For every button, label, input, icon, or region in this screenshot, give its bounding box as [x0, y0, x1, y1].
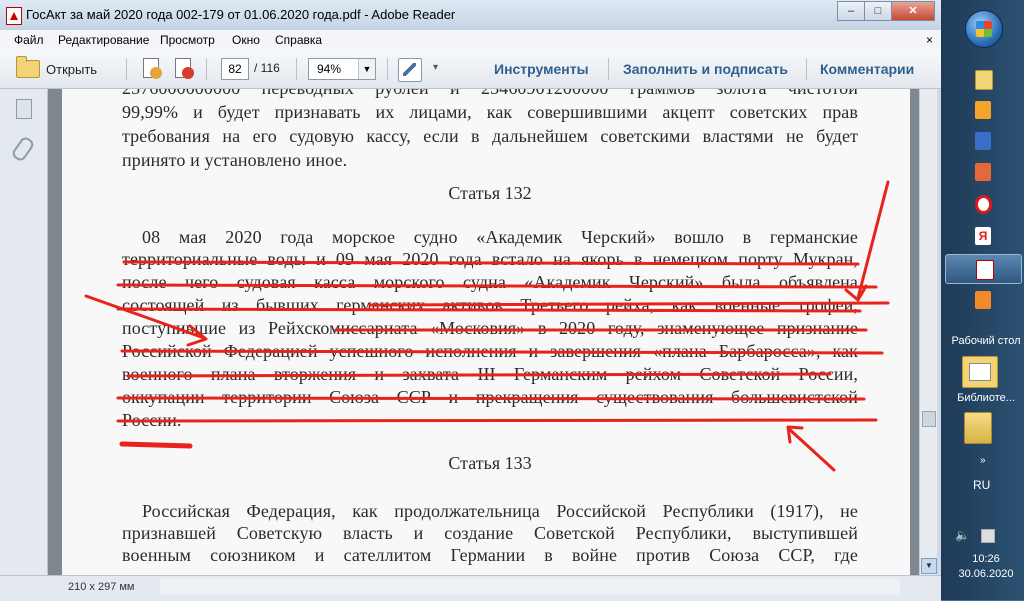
opera-icon [975, 195, 992, 214]
text-line: России. [122, 410, 182, 430]
window-controls: – □ ✕ [837, 1, 935, 21]
pdf-document-icon [6, 7, 22, 25]
fill-sign-button[interactable]: Заполнить и подписать [623, 61, 788, 77]
maximize-button[interactable]: □ [864, 1, 892, 21]
toolbar-divider [806, 58, 807, 80]
toolbar-divider [206, 58, 207, 80]
clock-time: 10:26 [972, 553, 1000, 565]
adobe-reader-window: ГосАкт за май 2020 года 002-179 от 01.06… [0, 0, 941, 601]
text-line: 99,99% и будет признавать их лицами, как… [122, 102, 858, 122]
taskbar-media[interactable] [945, 96, 1020, 124]
print-pdf-icon[interactable] [172, 58, 194, 80]
chevron-down-icon[interactable]: ▼ [358, 59, 375, 79]
toolbar: Открыть 82 / 116 94% ▼ ▾ Инструменты Зап… [0, 50, 941, 89]
taskbar-app-p[interactable] [945, 158, 1020, 186]
page-thumbnails-icon[interactable] [16, 95, 36, 119]
zoom-value: 94% [317, 62, 342, 76]
taskbar-explorer[interactable] [945, 65, 1020, 93]
open-button-label: Открыть [46, 61, 98, 77]
window-title: ГосАкт за май 2020 года 002-179 от 01.06… [26, 7, 456, 22]
windows-start-icon[interactable] [965, 10, 1003, 48]
text-line: поступившие из Рейхскомиссариата «Москов… [122, 318, 858, 338]
text-line: признавшей Советскую власть и создание С… [122, 523, 858, 543]
zoom-select[interactable]: 94% ▼ [308, 58, 376, 80]
scroll-down-icon[interactable]: ▼ [921, 558, 937, 574]
scrollbar-thumb[interactable] [922, 411, 936, 427]
horizontal-scrollbar[interactable] [160, 578, 900, 595]
clock[interactable]: 10:26 30.06.2020 [948, 552, 1024, 582]
comments-button[interactable]: Комментарии [820, 61, 914, 77]
article-132-heading: Статья 132 [448, 183, 532, 203]
settings-app-icon [975, 291, 991, 309]
user-folder-icon[interactable] [964, 412, 992, 444]
title-bar[interactable]: ГосАкт за май 2020 года 002-179 от 01.06… [0, 0, 941, 31]
navigation-pane [0, 89, 48, 575]
attachments-paperclip-icon[interactable] [10, 135, 36, 163]
text-line: состоящей из бывших германских активов Т… [122, 295, 858, 315]
taskbar-adobe-reader[interactable] [945, 254, 1022, 284]
text-line: 2376000000000 переводных рублей и 234609… [122, 89, 858, 99]
text-line: Российской Федерацией успешного исполнен… [122, 341, 858, 361]
floppy-disk-icon [975, 132, 991, 150]
page-size: 210 x 297 мм [68, 581, 135, 593]
network-error-icon[interactable] [981, 529, 995, 543]
folder-open-icon [16, 56, 40, 78]
system-tray: 🔈 [955, 528, 1015, 544]
language-indicator[interactable]: RU [973, 478, 990, 492]
menu-bar: Файл Редактирование Просмотр Окно Справк… [0, 30, 941, 50]
taskbar-save[interactable] [945, 127, 1020, 155]
text-line: оккупации территории Союза ССР и прекращ… [122, 387, 858, 407]
toolbar-more-button[interactable]: ▾ [433, 62, 438, 73]
vertical-scrollbar[interactable]: ▼ [919, 89, 937, 575]
menu-edit[interactable]: Редактирование [58, 33, 149, 47]
text-line: военного плана вторжения и захвата III Г… [122, 364, 858, 384]
adobe-reader-icon [976, 260, 994, 280]
toolbar-divider [126, 58, 127, 80]
yandex-icon: Я [975, 227, 991, 245]
library-label[interactable]: Библиоте... [948, 392, 1024, 404]
pdf-page: 2376000000000 переводных рублей и 234609… [62, 89, 910, 575]
page-number-input[interactable]: 82 [221, 58, 249, 80]
tools-button[interactable]: Инструменты [494, 61, 589, 77]
taskbar-yandex[interactable]: Я [945, 222, 1020, 250]
menu-file[interactable]: Файл [14, 33, 44, 47]
folder-icon [975, 70, 993, 90]
document-view[interactable]: 2376000000000 переводных рублей и 234609… [48, 89, 919, 575]
chevron-more-icon[interactable]: » [980, 455, 986, 466]
volume-icon[interactable]: 🔈 [955, 528, 970, 542]
taskbar-opera[interactable] [945, 190, 1020, 218]
text-line: Российская Федерация, как продолжательни… [142, 501, 858, 521]
presentation-app-icon [975, 163, 991, 181]
create-pdf-icon[interactable] [140, 58, 162, 80]
page-total: / 116 [254, 61, 280, 75]
toolbar-divider [387, 58, 388, 80]
text-line: военным союзником и сателлитом Германии … [122, 545, 858, 565]
text-line: 08 мая 2020 года морское судно «Академик… [142, 227, 858, 247]
media-player-icon [975, 101, 991, 119]
menu-help[interactable]: Справка [275, 33, 322, 47]
status-bar: 210 x 297 мм [0, 575, 941, 601]
clock-date: 30.06.2020 [958, 568, 1014, 580]
toolbar-divider [296, 58, 297, 80]
desktop-label[interactable]: Рабочий стол [948, 335, 1024, 347]
toolbar-divider [608, 58, 609, 80]
close-button[interactable]: ✕ [891, 1, 935, 21]
close-document-button[interactable]: × [926, 33, 933, 47]
text-line: после чего судовая касса морского судна … [122, 272, 858, 292]
library-folder-icon[interactable] [962, 356, 998, 388]
menu-view[interactable]: Просмотр [160, 33, 215, 47]
taskbar-app-settings[interactable] [945, 286, 1020, 314]
text-line: территориальные воды и 09 мая 2020 года … [122, 249, 858, 269]
fit-page-icon[interactable] [398, 58, 422, 82]
taskbar: Я [941, 0, 1024, 600]
minimize-button[interactable]: – [837, 1, 865, 21]
menu-window[interactable]: Окно [232, 33, 260, 47]
article-133-heading: Статья 133 [448, 453, 532, 473]
text-line: принято и установлено иное. [122, 150, 348, 170]
open-button[interactable]: Открыть [16, 56, 98, 80]
text-line: требования на его судовую кассу, если в … [122, 126, 858, 146]
